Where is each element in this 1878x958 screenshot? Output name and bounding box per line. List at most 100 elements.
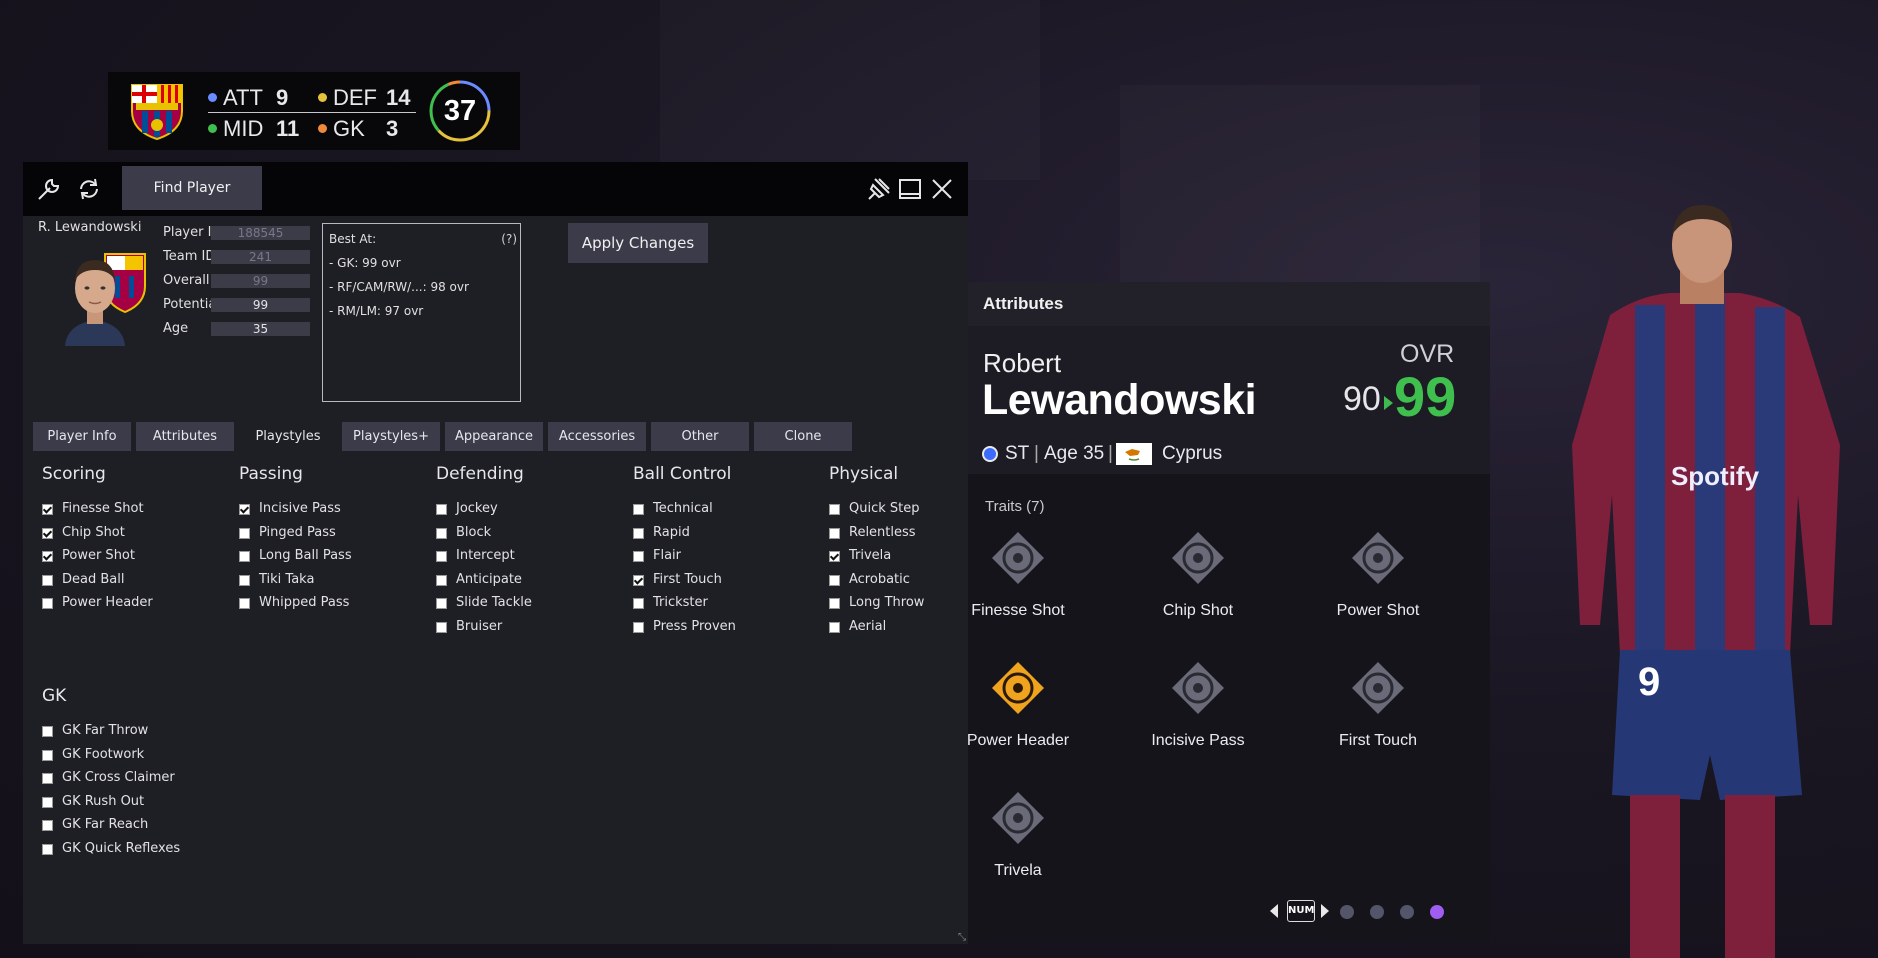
def-dot	[318, 92, 327, 102]
best-at-line: - RM/LM: 97 ovr	[329, 304, 424, 318]
checkbox[interactable]	[42, 527, 53, 539]
checkbox[interactable]	[829, 527, 840, 539]
checkbox[interactable]	[633, 598, 644, 609]
position-dot-icon	[982, 446, 998, 462]
trait-power-shot[interactable]: Power Shot	[1303, 530, 1453, 640]
checkbox[interactable]	[829, 504, 840, 515]
checkbox[interactable]	[239, 504, 250, 515]
age: Age 35	[1044, 443, 1105, 464]
nation: Cyprus	[1162, 443, 1223, 464]
checkbox[interactable]	[436, 621, 447, 633]
tab-playstyles[interactable]: Playstyles	[239, 422, 337, 451]
tab-player-info[interactable]: Player Info	[33, 422, 131, 451]
checkbox-label: Bruiser	[456, 618, 503, 634]
trait-name: Chip Shot	[1162, 602, 1234, 619]
trait-trivela[interactable]: Trivela	[943, 790, 1093, 900]
checkbox[interactable]	[239, 598, 250, 609]
tab-clone[interactable]: Clone	[754, 422, 852, 451]
checkbox[interactable]	[633, 621, 644, 633]
checkbox-label: Trivela	[849, 548, 892, 563]
checkbox[interactable]	[42, 726, 53, 737]
mid-count: MID 11	[208, 116, 299, 142]
pin-icon[interactable]	[865, 175, 893, 203]
close-icon[interactable]	[928, 175, 956, 203]
player-editor-window: Find Player R. Lewandowski Player ID1885…	[23, 162, 968, 944]
squad-total: 37	[443, 95, 477, 127]
checkbox-label: Incisive Pass	[259, 501, 341, 516]
team-id-field[interactable]: 241	[211, 250, 310, 264]
help-link[interactable]: (?)	[501, 232, 517, 246]
checkbox[interactable]	[42, 598, 53, 609]
checkbox[interactable]	[633, 551, 644, 562]
page-dot[interactable]	[1340, 905, 1354, 919]
chevron-left-icon[interactable]	[1270, 904, 1278, 918]
resize-grip[interactable]: ⤡	[958, 932, 966, 943]
checkbox[interactable]	[436, 551, 447, 562]
tab-playstylesplus[interactable]: Playstyles+	[342, 422, 440, 451]
tab-appearance[interactable]: Appearance	[445, 422, 543, 451]
find-player-button[interactable]: Find Player	[122, 166, 262, 210]
wrench-icon[interactable]	[35, 175, 63, 203]
checkbox-label: Aerial	[849, 618, 887, 634]
checkbox[interactable]	[829, 574, 840, 586]
apply-changes-button[interactable]: Apply Changes	[568, 223, 708, 263]
minimize-icon[interactable]	[896, 175, 924, 203]
checkbox[interactable]	[42, 773, 53, 784]
page-dot[interactable]	[1370, 905, 1384, 919]
finesse-shot-icon	[992, 532, 1044, 584]
trait-first-touch[interactable]: First Touch	[1303, 660, 1453, 770]
mid-dot	[208, 123, 217, 133]
page-dot[interactable]	[1400, 905, 1414, 919]
checkbox[interactable]	[239, 551, 250, 562]
tab-other[interactable]: Other	[651, 422, 749, 451]
player-portrait	[55, 246, 153, 346]
checkbox-label: Finesse Shot	[62, 501, 144, 516]
checkbox[interactable]	[633, 504, 644, 515]
checkbox-label: Long Ball Pass	[259, 548, 352, 563]
checkbox[interactable]	[42, 504, 53, 515]
refresh-icon[interactable]	[75, 175, 103, 203]
checkbox[interactable]	[42, 551, 53, 562]
page-dot-active[interactable]	[1430, 905, 1444, 919]
checkbox[interactable]	[633, 527, 644, 539]
trait-power-header[interactable]: Power Header	[943, 660, 1093, 770]
chevron-right-icon[interactable]	[1321, 904, 1329, 918]
checkbox[interactable]	[42, 749, 53, 761]
checkbox[interactable]	[42, 796, 53, 808]
overall-field[interactable]: 99	[211, 274, 310, 288]
checkbox[interactable]	[239, 527, 250, 539]
player-card: Robert Lewandowski OVR 90 99 ST | Age 35…	[968, 326, 1490, 474]
checkbox[interactable]	[239, 574, 250, 586]
checkbox-label: Technical	[653, 501, 713, 516]
player-id-field[interactable]: 188545	[211, 226, 310, 240]
checkbox-label: GK Rush Out	[62, 793, 145, 809]
gk-dot	[318, 123, 327, 133]
potential-field[interactable]: 99	[211, 298, 310, 312]
checkbox-label: Trickster	[653, 595, 708, 610]
att-dot	[208, 92, 217, 102]
checkbox[interactable]	[42, 843, 53, 855]
checkbox-label: Rapid	[653, 524, 690, 540]
arrow-right-icon	[1384, 396, 1393, 410]
checkbox[interactable]	[436, 504, 447, 515]
category-physical: Physical	[829, 464, 899, 484]
trait-incisive-pass[interactable]: Incisive Pass	[1123, 660, 1273, 770]
checkbox-label: Block	[456, 524, 492, 540]
checkbox[interactable]	[436, 598, 447, 609]
tab-attributes[interactable]: Attributes	[136, 422, 234, 451]
checkbox-label: Power Shot	[62, 548, 135, 563]
trait-chip-shot[interactable]: Chip Shot	[1123, 530, 1273, 640]
trait-name: Power Header	[966, 732, 1070, 749]
checkbox[interactable]	[42, 820, 53, 831]
checkbox[interactable]	[436, 527, 447, 539]
trait-finesse-shot[interactable]: Finesse Shot	[943, 530, 1093, 640]
tab-accessories[interactable]: Accessories	[548, 422, 646, 451]
best-at-line: - RF/CAM/RW/...: 98 ovr	[329, 280, 469, 294]
checkbox[interactable]	[436, 574, 447, 586]
checkbox[interactable]	[829, 551, 840, 562]
age-field[interactable]: 35	[211, 322, 310, 336]
checkbox[interactable]	[42, 574, 53, 586]
checkbox[interactable]	[633, 574, 644, 586]
checkbox[interactable]	[829, 621, 840, 633]
checkbox[interactable]	[829, 598, 840, 609]
